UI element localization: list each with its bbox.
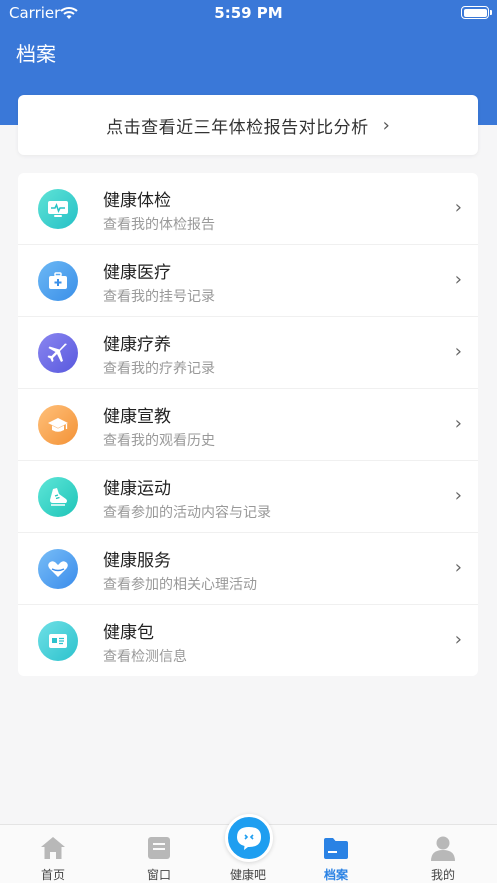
list-item-service[interactable]: 健康服务 查看参加的相关心理活动 ›	[18, 533, 478, 605]
compare-report-label: 点击查看近三年体检报告对比分析	[106, 117, 369, 138]
item-title: 健康疗养	[103, 335, 171, 355]
running-shoe-icon	[38, 477, 78, 517]
folder-icon	[324, 838, 348, 859]
tab-label: 我的	[430, 868, 455, 882]
chat-bubble-icon	[237, 827, 261, 850]
item-title: 健康运动	[103, 479, 171, 499]
list-item-sports[interactable]: 健康运动 查看参加的活动内容与记录 ›	[18, 461, 478, 533]
status-time: 5:59 PM	[214, 4, 283, 22]
tab-archive[interactable]: 档案	[296, 825, 376, 883]
item-subtitle: 查看我的体检报告	[103, 217, 215, 233]
chevron-right-icon: ›	[454, 413, 462, 434]
home-icon	[41, 837, 65, 859]
item-subtitle: 查看我的疗养记录	[103, 361, 215, 377]
tab-mine[interactable]: 我的	[403, 825, 483, 883]
health-card-icon	[38, 621, 78, 661]
item-title: 健康包	[103, 623, 154, 643]
user-icon	[431, 836, 455, 861]
chevron-right-icon: ›	[454, 341, 462, 362]
heart-hands-icon	[38, 549, 78, 589]
chevron-right-icon: ›	[382, 114, 390, 136]
window-icon	[148, 837, 170, 859]
item-title: 健康服务	[103, 551, 171, 571]
chevron-right-icon: ›	[454, 557, 462, 578]
chevron-right-icon: ›	[454, 485, 462, 506]
item-subtitle: 查看检测信息	[103, 649, 187, 665]
list-item-health-pack[interactable]: 健康包 查看检测信息 ›	[18, 605, 478, 677]
tab-label: 健康吧	[229, 868, 266, 882]
item-title: 健康宣教	[103, 407, 171, 427]
graduation-cap-icon	[38, 405, 78, 445]
item-subtitle: 查看我的观看历史	[103, 433, 215, 449]
records-list: 健康体检 查看我的体检报告 › 健康医疗 查看我的挂号记录 › 健康疗养 查看我…	[18, 173, 478, 676]
tab-window[interactable]: 窗口	[119, 825, 199, 883]
item-title: 健康体检	[103, 191, 171, 211]
page-title: 档案	[16, 42, 56, 66]
list-item-recuperation[interactable]: 健康疗养 查看我的疗养记录 ›	[18, 317, 478, 389]
item-subtitle: 查看参加的相关心理活动	[103, 577, 257, 593]
chevron-right-icon: ›	[454, 629, 462, 650]
list-item-education[interactable]: 健康宣教 查看我的观看历史 ›	[18, 389, 478, 461]
status-bar: Carrier 5:59 PM	[0, 0, 497, 26]
item-subtitle: 查看参加的活动内容与记录	[103, 505, 271, 521]
list-item-checkup[interactable]: 健康体检 查看我的体检报告 ›	[18, 173, 478, 245]
chevron-right-icon: ›	[454, 197, 462, 218]
monitor-pulse-icon	[38, 189, 78, 229]
medical-kit-icon	[38, 261, 78, 301]
tab-label: 档案	[323, 868, 348, 882]
list-item-medical[interactable]: 健康医疗 查看我的挂号记录 ›	[18, 245, 478, 317]
health-bar-center-button[interactable]	[225, 814, 273, 862]
chevron-right-icon: ›	[454, 269, 462, 290]
tab-label: 首页	[40, 868, 65, 882]
tab-label: 窗口	[146, 868, 171, 882]
airplane-icon	[38, 333, 78, 373]
item-title: 健康医疗	[103, 263, 171, 283]
compare-report-button[interactable]: 点击查看近三年体检报告对比分析 ›	[18, 95, 478, 155]
tab-home[interactable]: 首页	[13, 825, 93, 883]
battery-icon	[461, 6, 492, 19]
item-subtitle: 查看我的挂号记录	[103, 289, 215, 305]
